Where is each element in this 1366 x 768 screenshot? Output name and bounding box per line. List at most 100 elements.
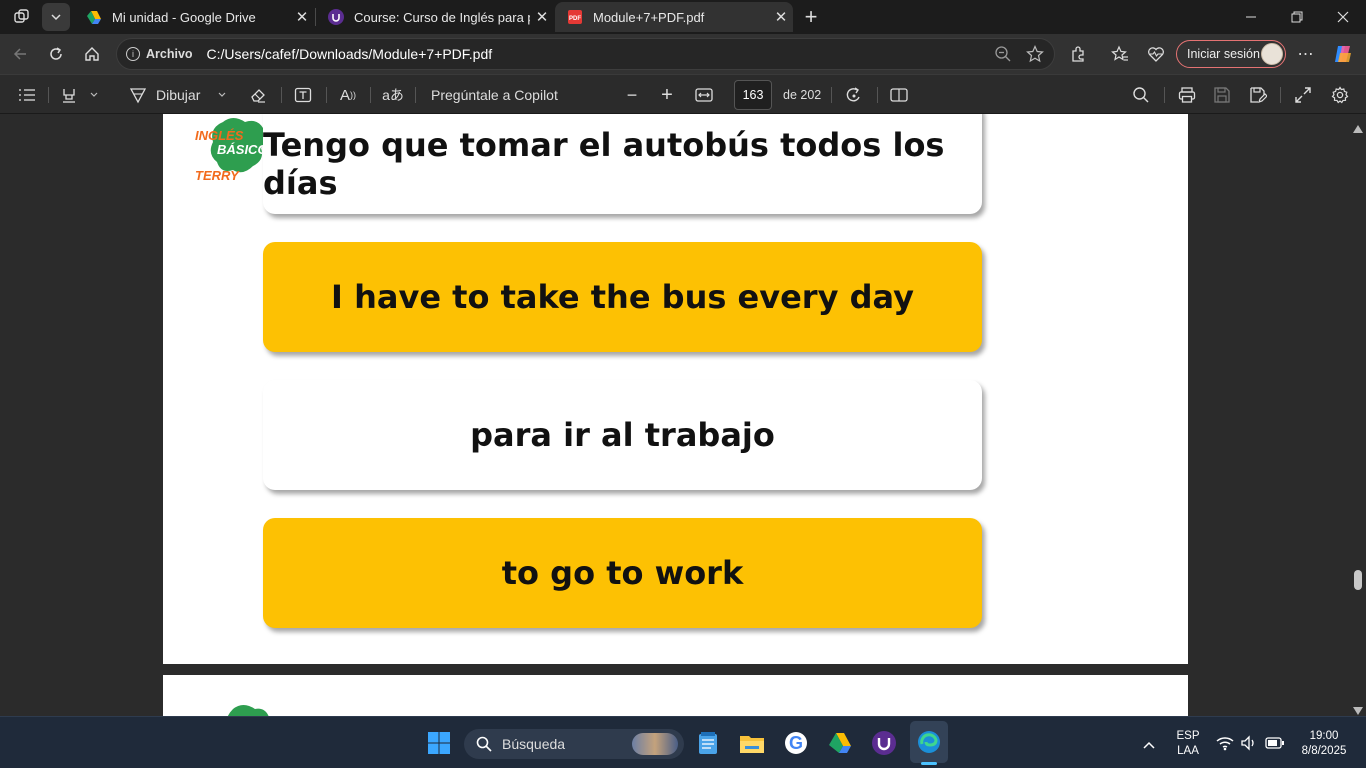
copilot-icon[interactable] — [1329, 40, 1357, 68]
url-text[interactable]: C:/Users/cafef/Downloads/Module+7+PDF.pd… — [207, 46, 493, 62]
new-tab-icon[interactable]: + — [797, 3, 825, 31]
pdf-page: INGLÉS BÁSICO TERRY Tengo que tomar el a… — [163, 114, 1188, 664]
clock-date: 8/8/2025 — [1301, 745, 1347, 757]
ask-copilot-button[interactable]: Pregúntale a Copilot — [431, 83, 558, 107]
tab-course[interactable]: Course: Curso de Inglés para principiant… — [316, 2, 554, 32]
page-number-input[interactable]: 163 — [734, 80, 772, 110]
search-icon — [476, 736, 492, 752]
url-bar[interactable]: i Archivo C:/Users/cafef/Downloads/Modul… — [116, 38, 1055, 70]
back-icon[interactable] — [6, 40, 34, 68]
minimize-icon[interactable] — [1228, 0, 1274, 34]
phrase-card: I have to take the bus every day — [263, 242, 982, 352]
phrase-card: to go to work — [263, 518, 982, 628]
google-chrome-icon[interactable]: G — [780, 727, 812, 759]
phrase-card: para ir al trabajo — [263, 380, 982, 490]
tab-strip: Mi unidad - Google Drive ✕ Course: Curso… — [0, 0, 1366, 34]
browser-essentials-icon[interactable] — [1142, 40, 1170, 68]
wifi-icon[interactable] — [1216, 735, 1234, 756]
input-language[interactable]: ESP LAA — [1172, 730, 1204, 757]
toolbar-separator — [370, 87, 371, 103]
settings-gear-icon[interactable] — [1328, 83, 1352, 107]
tray-chevron-up-icon[interactable] — [1142, 737, 1156, 755]
info-icon[interactable]: i — [126, 47, 140, 61]
lang-bottom: LAA — [1177, 745, 1199, 757]
toolbar-separator — [1164, 87, 1165, 103]
draw-chevron-icon[interactable] — [214, 83, 230, 107]
start-icon[interactable] — [423, 727, 455, 759]
google-drive-icon[interactable] — [824, 727, 856, 759]
workspaces-icon[interactable] — [8, 3, 36, 31]
favorite-star-icon[interactable] — [1026, 45, 1044, 66]
tab-google-drive[interactable]: Mi unidad - Google Drive ✕ — [74, 2, 314, 32]
signin-label: Iniciar sesión — [1187, 47, 1260, 61]
taskbar-search-box[interactable]: Búsqueda — [464, 729, 684, 759]
search-highlight-image — [632, 733, 678, 755]
volume-icon[interactable] — [1240, 735, 1258, 756]
toolbar-separator — [415, 87, 416, 103]
more-options-icon[interactable]: ⋯ — [1292, 40, 1320, 68]
udemy-icon — [328, 9, 344, 25]
home-icon[interactable] — [78, 40, 106, 68]
logo-word-2: BÁSICO — [217, 142, 268, 157]
read-aloud-icon[interactable]: A)) — [336, 83, 360, 107]
address-bar-row: i Archivo C:/Users/cafef/Downloads/Modul… — [0, 34, 1366, 74]
contents-icon[interactable] — [16, 83, 38, 107]
close-tab-icon[interactable]: ✕ — [530, 8, 554, 26]
pdf-viewer[interactable]: INGLÉS BÁSICO TERRY Tengo que tomar el a… — [0, 114, 1366, 716]
favorites-icon[interactable] — [1106, 40, 1134, 68]
logo-word-1: INGLÉS — [195, 128, 244, 143]
pdf-page-next — [163, 675, 1188, 716]
ingles-basico-logo — [203, 701, 273, 716]
refresh-icon[interactable] — [42, 40, 70, 68]
add-text-icon[interactable] — [291, 83, 315, 107]
translate-icon[interactable]: aあ — [380, 83, 406, 107]
taskbar: Búsqueda G ESP LAA 19:00 8/8/2025 — [0, 716, 1366, 768]
toolbar-separator — [1280, 87, 1281, 103]
close-tab-icon[interactable]: ✕ — [290, 8, 314, 26]
battery-icon[interactable] — [1265, 736, 1285, 755]
highlight-icon[interactable] — [58, 83, 80, 107]
scroll-down-icon[interactable] — [1353, 702, 1363, 716]
rotate-icon[interactable] — [842, 83, 866, 107]
tab-pdf[interactable]: PDF Module+7+PDF.pdf ✕ — [555, 2, 793, 32]
page-total-label: de 202 — [783, 88, 822, 102]
active-app-indicator — [921, 762, 937, 765]
scrollbar-thumb[interactable] — [1354, 570, 1362, 590]
save-icon[interactable] — [1210, 83, 1234, 107]
toolbar-separator — [831, 87, 832, 103]
notepad-icon[interactable] — [692, 727, 724, 759]
restore-icon[interactable] — [1274, 0, 1320, 34]
tab-title: Module+7+PDF.pdf — [593, 9, 705, 25]
lang-top: ESP — [1176, 730, 1200, 742]
print-icon[interactable] — [1175, 83, 1199, 107]
clock[interactable]: 19:00 8/8/2025 — [1292, 730, 1356, 757]
draw-icon[interactable] — [126, 83, 150, 107]
file-explorer-icon[interactable] — [736, 727, 768, 759]
udemy-icon[interactable] — [868, 727, 900, 759]
zoom-out-icon[interactable]: − — [620, 83, 644, 107]
scrollbar[interactable] — [1350, 114, 1366, 716]
toolbar-separator — [48, 87, 49, 103]
edge-icon[interactable] — [910, 721, 948, 763]
signin-button[interactable]: Iniciar sesión — [1176, 40, 1286, 68]
fit-to-width-icon[interactable] — [692, 83, 716, 107]
toolbar-separator — [326, 87, 327, 103]
tab-actions-chevron-icon[interactable] — [42, 3, 70, 31]
close-tab-icon[interactable]: ✕ — [769, 8, 793, 26]
fullscreen-icon[interactable] — [1291, 83, 1315, 107]
tab-title: Course: Curso de Inglés para principiant… — [354, 9, 530, 25]
draw-button[interactable]: Dibujar — [156, 83, 200, 107]
site-label: Archivo — [146, 47, 193, 61]
close-window-icon[interactable] — [1320, 0, 1366, 34]
search-placeholder: Búsqueda — [502, 736, 566, 752]
save-as-icon[interactable] — [1246, 83, 1270, 107]
zoom-icon[interactable] — [994, 45, 1012, 66]
eraser-icon[interactable] — [246, 83, 270, 107]
scroll-up-icon[interactable] — [1353, 120, 1363, 138]
highlight-chevron-icon[interactable] — [86, 83, 102, 107]
tab-title: Mi unidad - Google Drive — [112, 9, 256, 25]
search-icon[interactable] — [1129, 83, 1153, 107]
zoom-in-icon[interactable]: + — [655, 83, 679, 107]
page-view-icon[interactable] — [887, 83, 911, 107]
extensions-icon[interactable] — [1064, 40, 1092, 68]
